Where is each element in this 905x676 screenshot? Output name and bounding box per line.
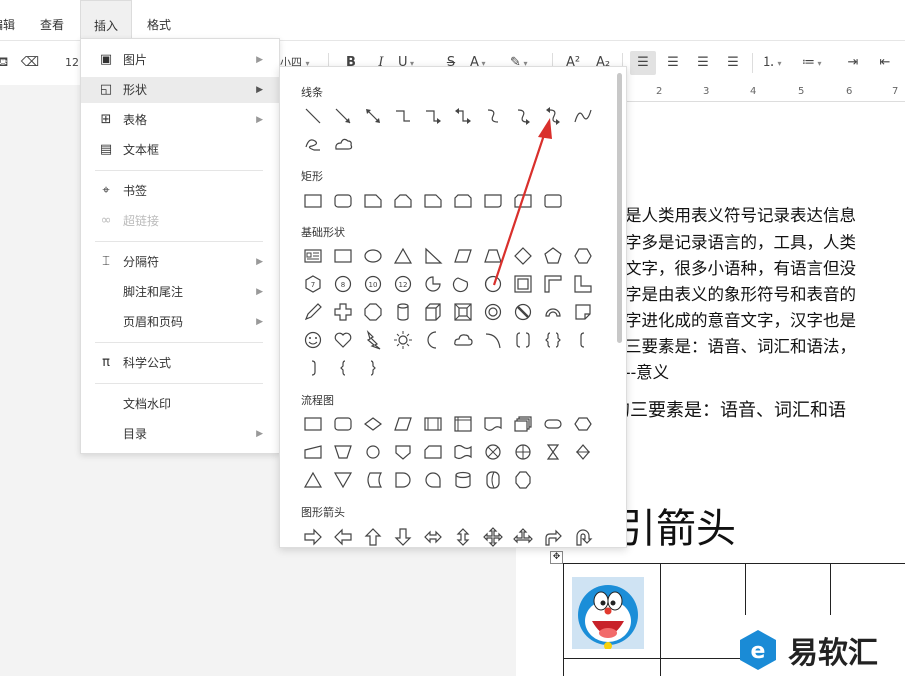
- annotation-arrow: [492, 118, 552, 286]
- watermark-text: 易软汇: [788, 636, 878, 671]
- svg-text:e: e: [751, 639, 766, 664]
- logo-hexagon-icon: e: [740, 630, 776, 670]
- watermark-logo: e 易软汇: [736, 626, 901, 672]
